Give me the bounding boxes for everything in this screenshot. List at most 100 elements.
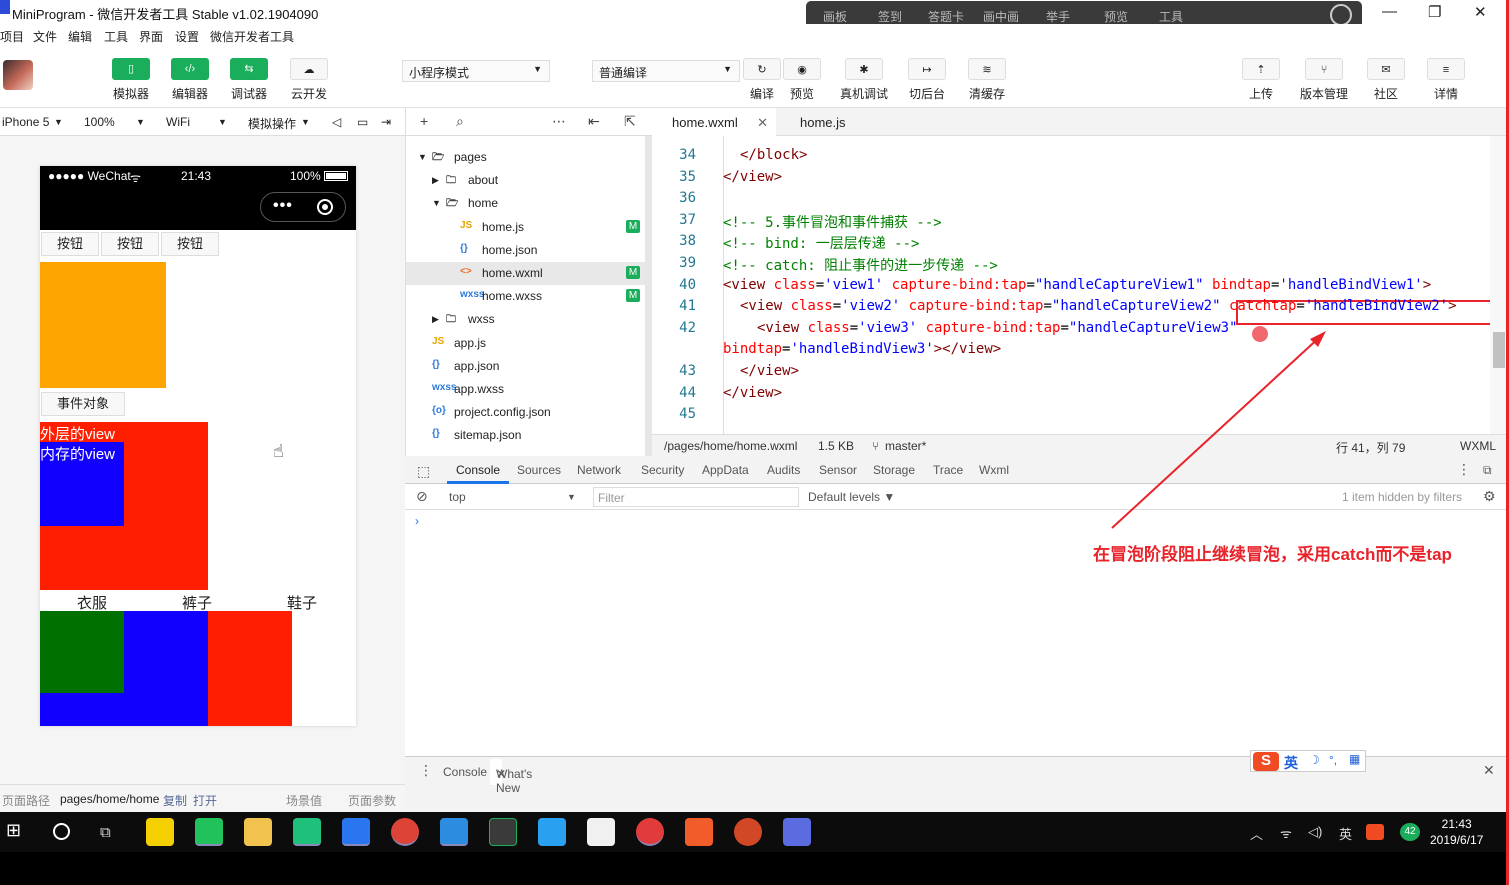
tab-storage[interactable]: Storage	[873, 463, 915, 477]
kebab-icon[interactable]: ⋮	[1457, 461, 1471, 478]
community-button[interactable]: ✉ 社区	[1356, 58, 1416, 102]
chevron-down-icon[interactable]: ▼	[432, 198, 441, 208]
code-line[interactable]: <!-- bind: 一层层传递 -->	[723, 233, 919, 253]
overlay-item-draw[interactable]: 画板	[823, 8, 847, 25]
close-target-icon[interactable]	[317, 199, 333, 215]
copy-link[interactable]: 复制	[163, 792, 187, 809]
file-tree-item[interactable]: JS app.js	[406, 332, 646, 355]
chevron-right-icon[interactable]: ▶	[432, 175, 439, 186]
tab-network[interactable]: Network	[577, 463, 621, 477]
app-icon-blue[interactable]	[538, 818, 566, 846]
outdent-icon[interactable]: ⇤	[588, 113, 600, 130]
overlay-item-raise-hand[interactable]: 举手	[1046, 8, 1070, 25]
app-icon-purple[interactable]	[783, 818, 811, 846]
mini-button-2[interactable]: 按钮	[101, 232, 159, 256]
clear-console-icon[interactable]: ⊘	[416, 488, 428, 505]
overlay-item-quiz[interactable]: 答题卡	[928, 8, 964, 25]
code-line[interactable]: </view>	[740, 363, 799, 379]
event-object-button[interactable]: 事件对象	[41, 392, 125, 416]
tab-clothes[interactable]: 衣服	[77, 592, 107, 613]
mode-select[interactable]: 小程序模式 ▼	[402, 60, 550, 82]
taskbar-ime-lang[interactable]: 英	[1339, 824, 1352, 843]
network-select[interactable]: WiFi	[166, 115, 190, 129]
search-circle-icon[interactable]	[53, 823, 70, 840]
punctuation-icon[interactable]: °,	[1329, 753, 1337, 767]
simulator-button[interactable]: ▯ 模拟器	[101, 58, 161, 102]
more-icon[interactable]: ⋯	[552, 113, 566, 130]
taskbar-clock[interactable]: 21:43 2019/6/17	[1430, 816, 1483, 848]
window-icon[interactable]: ▭	[357, 115, 368, 129]
overlay-item-pip[interactable]: 画中画	[983, 8, 1019, 25]
search-icon[interactable]: ⌕	[456, 113, 464, 130]
console-prompt-icon[interactable]: ›	[415, 514, 419, 528]
tab-sources[interactable]: Sources	[517, 463, 561, 477]
debugger-button[interactable]: ⇆ 调试器	[219, 58, 279, 102]
detach-icon[interactable]: ⇥	[381, 115, 391, 129]
chrome-icon[interactable]	[391, 818, 419, 846]
mini-button-1[interactable]: 按钮	[41, 232, 99, 256]
chevron-up-icon[interactable]: ︿	[1250, 824, 1263, 843]
typora-icon[interactable]	[587, 818, 615, 846]
collapse-icon[interactable]: ⇱	[624, 113, 636, 130]
code-line[interactable]: <view class='view1' capture-bind:tap="ha…	[723, 277, 1431, 293]
minimize-button[interactable]: —	[1382, 3, 1397, 20]
code-editor[interactable]: 34 </block> 35 </view> 36 37 <!-- 5.事件冒泡和事件捕获 …	[652, 136, 1509, 434]
app-icon-orange[interactable]	[685, 818, 713, 846]
close-window-button[interactable]: ✕	[1474, 3, 1487, 21]
editor-scrollbar[interactable]	[1490, 136, 1509, 434]
tab-shoes[interactable]: 鞋子	[287, 592, 317, 613]
file-tree-scrollbar[interactable]	[645, 136, 652, 456]
filter-input[interactable]: Filter	[593, 487, 799, 507]
close-drawer-icon[interactable]: ✕	[1483, 762, 1495, 779]
sticky-notes-icon[interactable]	[146, 818, 174, 846]
tab-security[interactable]: Security	[641, 463, 684, 477]
code-line[interactable]: </view>	[723, 169, 782, 185]
wechat-devtools-icon[interactable]	[489, 818, 517, 846]
windows-start-icon[interactable]: ⊞	[6, 820, 21, 841]
zoom-select[interactable]: 100%	[84, 115, 115, 129]
add-icon[interactable]: +	[420, 113, 428, 129]
code-line[interactable]: bindtap='handleBindView3'></view>	[723, 341, 1001, 357]
file-tree-item[interactable]: ▼ 🗁 home	[406, 192, 646, 215]
tab-home-wxml[interactable]: home.wxml ✕	[652, 108, 776, 136]
file-tree-item[interactable]: JS home.js M	[406, 216, 646, 239]
device-select[interactable]: iPhone 5	[2, 115, 49, 129]
sogou-logo-icon[interactable]: S	[1253, 752, 1279, 771]
drawer-tab-console[interactable]: Console	[443, 765, 487, 779]
vscode-icon[interactable]	[440, 818, 468, 846]
menu-edit[interactable]: 编辑	[68, 28, 92, 45]
tab-trace[interactable]: Trace	[933, 463, 963, 477]
upload-button[interactable]: ⇡ 上传	[1231, 58, 1291, 102]
code-line[interactable]: <view class='view2' capture-bind:tap="ha…	[740, 298, 1457, 314]
file-tree-item[interactable]: wxss home.wxss M	[406, 285, 646, 308]
tab-home-js[interactable]: home.js	[780, 108, 866, 136]
inspect-icon[interactable]: ⬚	[417, 463, 430, 480]
sim-ops-select[interactable]: 模拟操作	[248, 115, 296, 132]
overlay-item-tools[interactable]: 工具	[1159, 8, 1183, 25]
file-tree-item[interactable]: {} sitemap.json	[406, 424, 646, 447]
close-icon[interactable]: ✕	[757, 115, 768, 131]
code-line[interactable]: </view>	[723, 385, 782, 401]
background-button[interactable]: ↦ 切后台	[897, 58, 957, 102]
code-line[interactable]: <!-- catch: 阻止事件的进一步传递 -->	[723, 255, 998, 275]
open-link[interactable]: 打开	[193, 792, 217, 809]
compile-select[interactable]: 普通编译 ▼	[592, 60, 740, 82]
file-tree-item[interactable]: {} app.json	[406, 355, 646, 378]
menu-tools[interactable]: 工具	[104, 28, 128, 45]
scene-value[interactable]: 场景值	[286, 792, 322, 809]
mini-button-3[interactable]: 按钮	[161, 232, 219, 256]
cloud-dev-button[interactable]: ☁ 云开发	[279, 58, 339, 102]
maximize-button[interactable]: ❐	[1428, 3, 1441, 21]
menu-settings[interactable]: 设置	[175, 28, 199, 45]
preview-button[interactable]: ◉ 预览	[772, 58, 832, 102]
version-manage-button[interactable]: ⑂ 版本管理	[1294, 58, 1354, 102]
tab-wxml[interactable]: Wxml	[979, 463, 1009, 477]
ime-language[interactable]: 英	[1284, 753, 1298, 773]
code-line[interactable]: </block>	[740, 147, 807, 163]
cursor-position[interactable]: 行 41，列 79	[1336, 439, 1405, 456]
powerpoint-icon[interactable]	[734, 818, 762, 846]
chevron-down-icon[interactable]: ▼	[418, 152, 427, 162]
scroll-thumb[interactable]	[1493, 332, 1505, 368]
netease-music-icon[interactable]	[636, 818, 664, 846]
volume-icon[interactable]: ◁	[332, 115, 341, 129]
